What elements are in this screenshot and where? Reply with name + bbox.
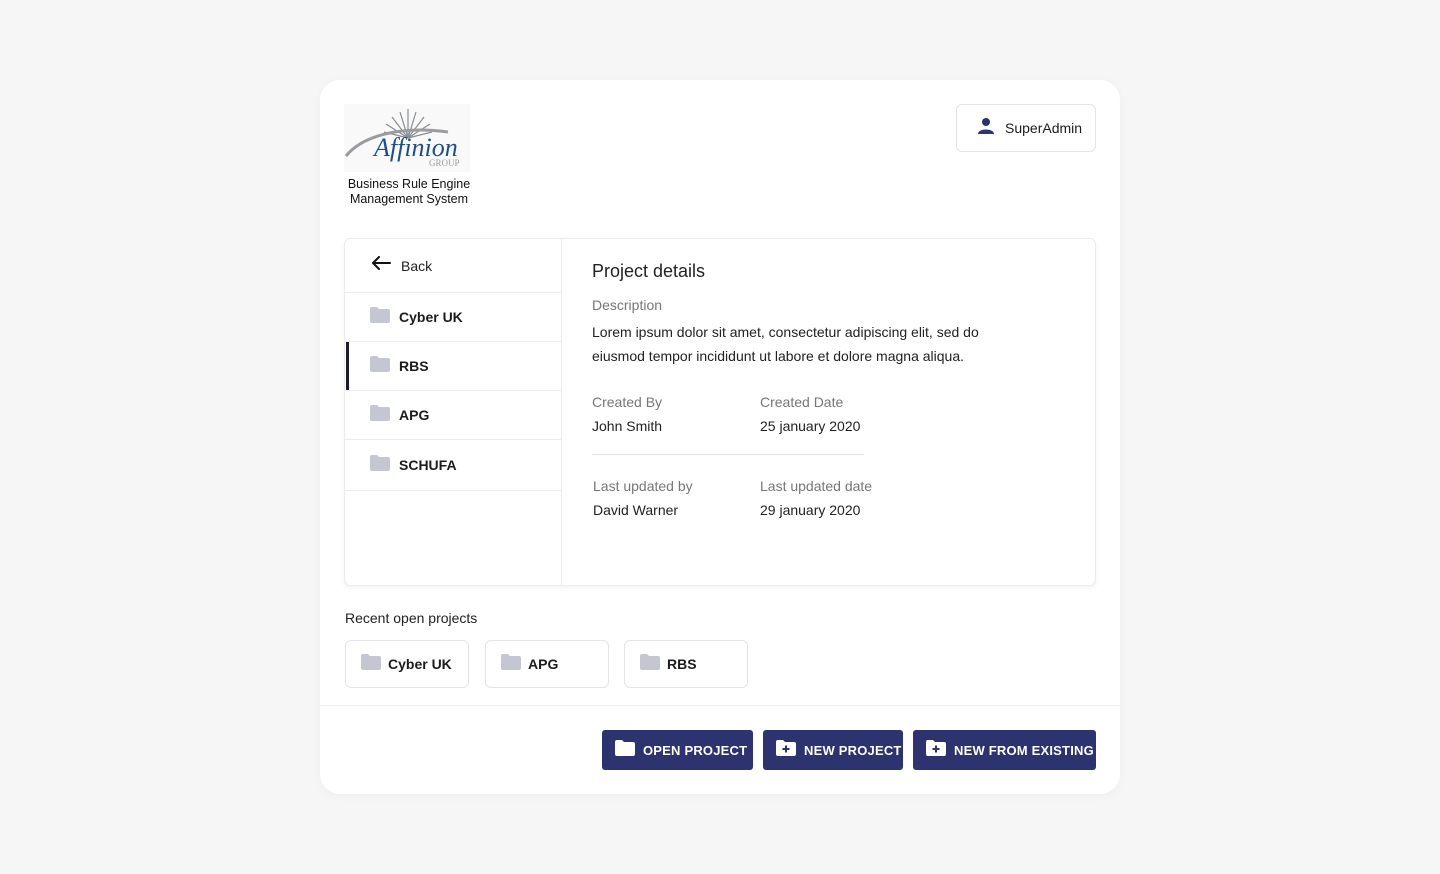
folder-icon — [370, 454, 390, 476]
user-name: SuperAdmin — [1005, 120, 1083, 136]
new-project-button[interactable]: NEW PROJECT — [763, 730, 903, 770]
folder-icon — [370, 306, 390, 328]
new-from-existing-label: NEW FROM EXISTING — [954, 742, 1094, 758]
sidebar-item-label: SCHUFA — [399, 457, 457, 473]
created-date-label: Created Date — [760, 394, 844, 410]
description-text: Lorem ipsum dolor sit amet, consectetur … — [592, 324, 979, 364]
last-updated-date-value: 29 january 2020 — [760, 502, 861, 518]
details-divider — [592, 454, 864, 455]
recent-project-label: RBS — [667, 656, 697, 672]
project-details-title: Project details — [592, 261, 706, 281]
last-updated-by-value: David Warner — [593, 502, 679, 518]
user-menu-button[interactable]: SuperAdmin — [956, 104, 1096, 152]
folder-icon — [640, 653, 660, 675]
new-project-label: NEW PROJECT — [804, 742, 902, 758]
sidebar-item-label: RBS — [399, 358, 429, 374]
recent-project-apg[interactable]: APG — [485, 640, 609, 688]
created-by-value: John Smith — [592, 418, 663, 434]
folder-plus-icon — [926, 739, 946, 761]
sidebar-item-schufa[interactable]: SCHUFA — [345, 440, 561, 491]
arrow-left-icon — [371, 256, 391, 275]
app-subtitle-line2: Management System — [349, 192, 469, 206]
sidebar-item-label: Cyber UK — [399, 309, 463, 325]
footer-divider — [320, 705, 1120, 706]
folder-icon — [370, 355, 390, 377]
folder-icon — [501, 653, 521, 675]
recent-projects-title: Recent open projects — [345, 610, 478, 626]
recent-project-label: Cyber UK — [388, 656, 452, 672]
last-updated-by-label: Last updated by — [593, 478, 693, 494]
sidebar-item-rbs[interactable]: RBS — [345, 342, 561, 391]
new-from-existing-button[interactable]: NEW FROM EXISTING — [913, 730, 1096, 770]
folder-plus-icon — [776, 739, 796, 761]
back-label: Back — [401, 257, 433, 274]
open-project-label: OPEN PROJECT — [643, 742, 748, 758]
open-project-button[interactable]: OPEN PROJECT — [602, 730, 753, 770]
app-subtitle: Business Rule Engine Management System — [344, 177, 474, 207]
project-details: Project details Description Lorem ipsum … — [592, 239, 1072, 585]
project-browser-panel: Back Cyber UK RBS APG SCHUFA Project det… — [344, 238, 1096, 586]
created-by-label: Created By — [592, 394, 663, 410]
created-date-value: 25 january 2020 — [760, 418, 861, 434]
sidebar-item-apg[interactable]: APG — [345, 391, 561, 440]
person-icon — [977, 117, 995, 140]
description-label: Description — [592, 297, 663, 313]
sidebar-item-cyber-uk[interactable]: Cyber UK — [345, 293, 561, 342]
app-subtitle-line1: Business Rule Engine — [347, 177, 471, 191]
sidebar-item-label: APG — [399, 407, 430, 423]
folder-icon — [370, 404, 390, 426]
recent-project-label: APG — [528, 656, 559, 672]
recent-project-rbs[interactable]: RBS — [624, 640, 748, 688]
back-button[interactable]: Back — [345, 239, 561, 293]
project-list-sidebar: Back Cyber UK RBS APG SCHUFA — [345, 239, 562, 585]
folder-icon — [615, 739, 635, 761]
last-updated-date-label: Last updated date — [760, 478, 873, 494]
project-selector-card: Affinion GROUP Business Rule Engine Mana… — [320, 80, 1120, 794]
affinion-logo: Affinion GROUP — [344, 104, 470, 172]
recent-project-cyber-uk[interactable]: Cyber UK — [345, 640, 469, 688]
logo-group-text: GROUP — [429, 158, 460, 168]
folder-icon — [361, 653, 381, 675]
